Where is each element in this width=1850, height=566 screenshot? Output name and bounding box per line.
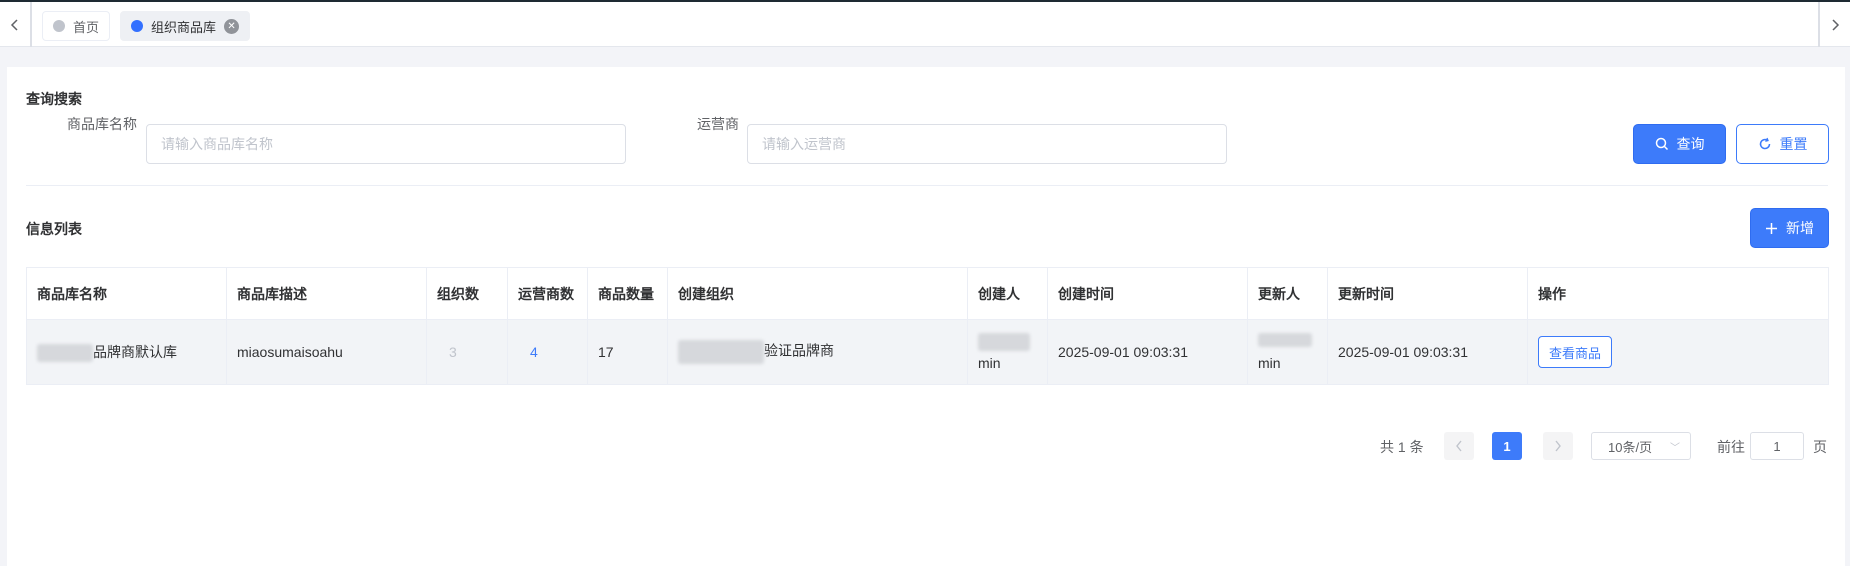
product-library-name-label: 商品库名称 [67, 116, 137, 132]
chevron-right-icon [1555, 440, 1561, 452]
main-card: 查询搜索 商品库名称 运营商 查询 重置 信息列表 新增 商品库名称 商品库描述… [7, 67, 1845, 566]
tab-label: 组织商品库 [151, 19, 217, 35]
page-size-value: 10条/页 [1608, 439, 1653, 455]
created-at-cell: 2025-09-01 09:03:31 [1047, 319, 1248, 385]
page-number-current[interactable]: 1 [1492, 432, 1522, 460]
updater-text: min [1258, 355, 1281, 371]
chevron-left-icon [1456, 440, 1462, 452]
action-cell: 查看商品 [1527, 319, 1829, 385]
tab-scroll-left-button[interactable] [0, 2, 32, 47]
table-row: 品牌商默认库 miaosumaisoahu 3 4 17 验证品牌商 min 2… [26, 319, 1829, 385]
query-button[interactable]: 查询 [1633, 124, 1726, 164]
add-button[interactable]: 新增 [1750, 208, 1829, 248]
plus-icon [1766, 222, 1777, 234]
add-button-label: 新增 [1786, 220, 1814, 236]
view-products-button[interactable]: 查看商品 [1538, 336, 1613, 368]
column-header: 操作 [1527, 267, 1829, 320]
column-header: 创建时间 [1047, 267, 1248, 320]
redacted-text [978, 333, 1030, 351]
library-name-cell: 品牌商默认库 [26, 319, 227, 385]
tab-bar: 首页 组织商品库 ✕ [0, 0, 1850, 47]
search-icon [1655, 137, 1668, 151]
prev-page-button[interactable] [1444, 432, 1474, 460]
column-header: 商品库名称 [26, 267, 227, 320]
reset-button-label: 重置 [1779, 136, 1808, 152]
column-header: 运营商数 [507, 267, 588, 320]
page-size-select[interactable]: 10条/页 ﹀ [1591, 432, 1691, 460]
operator-label: 运营商 [697, 116, 739, 132]
creator-org-text: 验证品牌商 [764, 342, 834, 359]
section-divider [26, 185, 1828, 186]
refresh-icon [1759, 137, 1770, 150]
tab-label: 首页 [73, 19, 100, 35]
creator-org-cell: 验证品牌商 [667, 319, 968, 385]
operator-input[interactable] [747, 124, 1227, 164]
column-header: 更新人 [1247, 267, 1328, 320]
tab-status-dot [131, 20, 144, 32]
library-name-text: 品牌商默认库 [93, 343, 177, 360]
table-header-row: 商品库名称 商品库描述 组织数 运营商数 商品数量 创建组织 创建人 创建时间 … [26, 267, 1829, 320]
tab-scroll-right-button[interactable] [1818, 2, 1850, 47]
column-header: 创建人 [967, 267, 1048, 320]
chevron-right-icon [1832, 18, 1840, 31]
redacted-text [37, 344, 93, 363]
column-header: 更新时间 [1327, 267, 1528, 320]
product-library-table: 商品库名称 商品库描述 组织数 运营商数 商品数量 创建组织 创建人 创建时间 … [26, 267, 1829, 385]
page-unit-label: 页 [1813, 439, 1827, 455]
close-icon[interactable]: ✕ [224, 18, 240, 34]
query-button-label: 查询 [1676, 136, 1705, 152]
updated-at-cell: 2025-09-01 09:03:31 [1327, 319, 1528, 385]
creator-cell: min [967, 319, 1048, 385]
tab-list: 首页 组织商品库 ✕ [42, 11, 251, 41]
column-header: 组织数 [426, 267, 508, 320]
tab-org-product-library[interactable]: 组织商品库 ✕ [120, 11, 251, 41]
chevron-down-icon: ﹀ [1670, 443, 1680, 454]
redacted-text [1258, 333, 1312, 347]
creator-text: min [978, 355, 1001, 371]
product-count-cell: 17 [587, 319, 668, 385]
search-section-title: 查询搜索 [26, 91, 82, 107]
goto-label: 前往 [1717, 439, 1745, 455]
updater-cell: min [1247, 319, 1328, 385]
chevron-left-icon [10, 18, 18, 31]
org-count-value: 3 [449, 344, 457, 360]
tab-status-dot [53, 20, 65, 32]
description-cell: miaosumaisoahu [226, 319, 427, 385]
tab-home[interactable]: 首页 [42, 11, 111, 41]
operator-count-cell: 4 [507, 319, 588, 385]
pagination-total: 共 1 条 [1380, 439, 1424, 455]
column-header: 商品数量 [587, 267, 668, 320]
reset-button[interactable]: 重置 [1736, 124, 1829, 164]
org-count-cell: 3 [426, 319, 508, 385]
column-header: 创建组织 [667, 267, 968, 320]
operator-count-link[interactable]: 4 [530, 344, 538, 360]
list-section-title: 信息列表 [26, 221, 82, 237]
redacted-text [678, 340, 764, 364]
column-header: 商品库描述 [226, 267, 427, 320]
goto-page-input[interactable] [1750, 432, 1804, 460]
product-library-name-input[interactable] [146, 124, 626, 164]
next-page-button[interactable] [1543, 432, 1573, 460]
